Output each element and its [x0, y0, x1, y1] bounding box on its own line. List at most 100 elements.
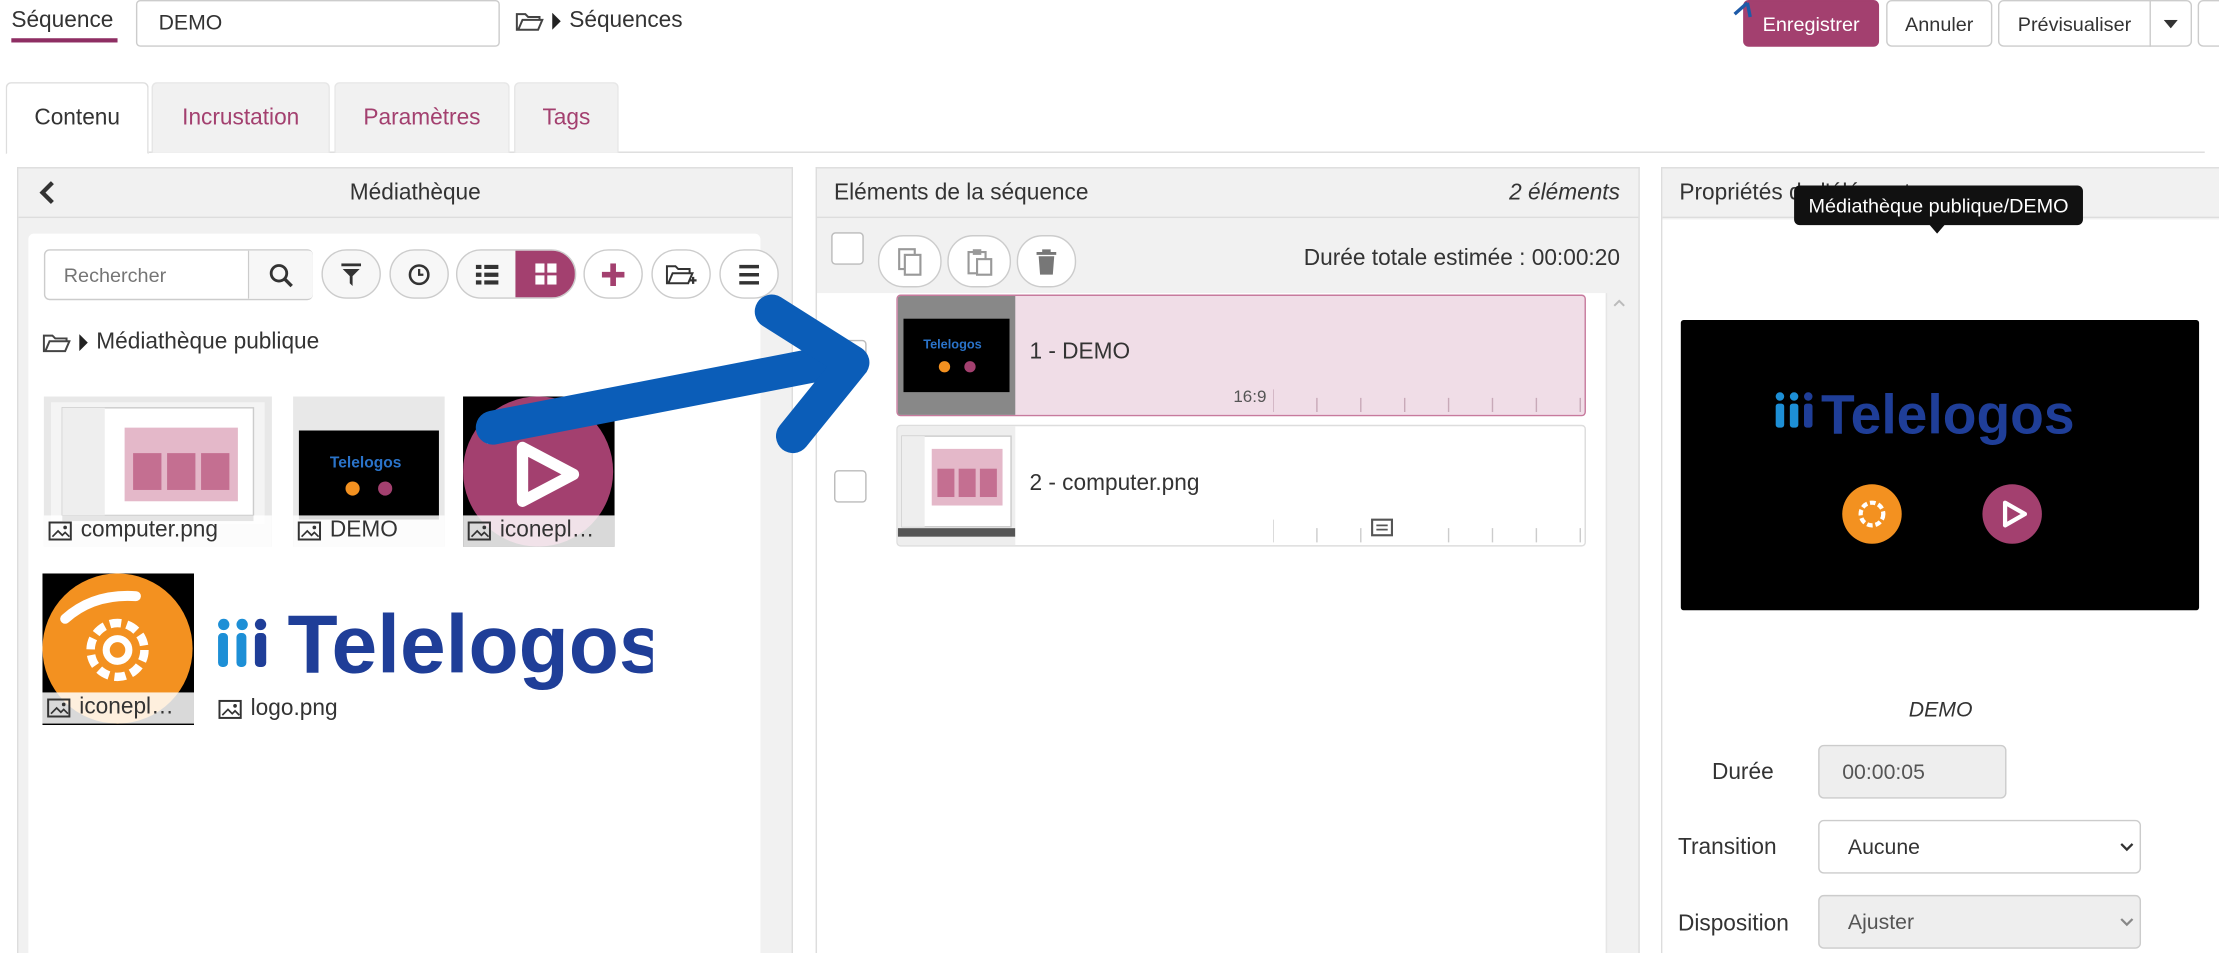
path-tooltip: Médiathèque publique/DEMO	[1794, 185, 2083, 226]
filter-button[interactable]	[321, 249, 381, 299]
chevron-down-icon	[2120, 918, 2134, 927]
media-folder-path[interactable]: Médiathèque publique	[42, 330, 319, 355]
tab-contenu[interactable]: Contenu	[5, 82, 149, 155]
item-thumb: Telelogos	[897, 295, 1016, 415]
sequence-title: Eléments de la séquence	[834, 181, 1089, 206]
slide-icon	[1371, 518, 1394, 537]
filter-icon	[341, 262, 362, 286]
sequence-count: 2 éléments	[1509, 181, 1620, 206]
logo-wordmark: Telelogos	[287, 602, 652, 691]
sequence-scrollbar[interactable]	[1605, 293, 1632, 953]
transition-label: Transition	[1677, 835, 1777, 860]
breadcrumb[interactable]: Séquences	[515, 8, 683, 33]
computer-screenshot-thumb	[50, 402, 265, 524]
layout-select[interactable]: Ajuster	[1818, 894, 2142, 949]
item-label: 1 - DEMO	[1029, 339, 1131, 364]
preview-dropdown-button[interactable]	[2149, 0, 2192, 47]
transition-value: Aucune	[1847, 835, 1920, 860]
sequence-panel: Eléments de la séquence 2 éléments Durée…	[815, 167, 1640, 953]
search-box	[43, 249, 313, 301]
trash-icon	[1036, 248, 1057, 274]
image-icon	[297, 521, 322, 541]
timeline-ticks	[1273, 389, 1581, 413]
paste-button[interactable]	[947, 235, 1012, 288]
caret-right-icon	[552, 12, 561, 30]
breadcrumb-sequences[interactable]: Séquences	[569, 8, 682, 33]
media-caption: iconepl…	[42, 692, 194, 724]
media-item-demo[interactable]: Telelogos DEMO	[293, 396, 445, 547]
media-label: iconepl…	[499, 518, 595, 543]
item-ratio: 16:9	[1233, 386, 1267, 407]
cancel-button[interactable]: Annuler	[1886, 0, 1993, 47]
hamburger-icon	[739, 264, 759, 284]
image-icon	[48, 521, 72, 541]
duration-label: Durée	[1711, 760, 1774, 785]
media-label: logo.png	[250, 696, 338, 721]
image-icon	[218, 699, 242, 719]
preview-button[interactable]: Prévisualiser	[1998, 0, 2151, 47]
element-name: DEMO	[1908, 698, 1973, 723]
clock-icon	[408, 263, 430, 285]
media-label: DEMO	[329, 518, 398, 543]
media-caption: logo.png	[214, 694, 338, 725]
item-thumb	[897, 426, 1016, 546]
more-button[interactable]	[2197, 0, 2219, 47]
copy-button[interactable]	[877, 235, 942, 288]
media-library-title: Médiathèque	[349, 181, 481, 206]
preview-logo-text: Telelogos	[1821, 383, 2075, 445]
media-caption: DEMO	[293, 515, 445, 547]
folder-open-icon	[42, 334, 71, 353]
computer-screenshot-thumb	[897, 435, 1016, 537]
media-library-header: Médiathèque	[18, 168, 792, 219]
telelogos-logo: Telelogos	[218, 602, 653, 691]
search-input[interactable]	[45, 250, 248, 299]
image-icon	[47, 698, 71, 718]
media-label: iconepl…	[79, 695, 174, 720]
plus-icon	[601, 262, 625, 286]
media-item-logo[interactable]: Telelogos logo.png	[214, 573, 653, 725]
image-icon	[467, 521, 491, 541]
chevron-up-icon	[1613, 299, 1625, 307]
select-all-checkbox[interactable]	[831, 232, 864, 265]
sequence-label: Séquence	[11, 8, 114, 33]
sequence-underline	[11, 38, 118, 43]
tab-parametres[interactable]: Paramètres	[334, 82, 510, 153]
tab-incrustation[interactable]: Incrustation	[151, 82, 330, 153]
transition-select[interactable]: Aucune	[1818, 819, 2142, 874]
grid-icon	[534, 263, 556, 285]
caret-down-icon	[2163, 19, 2178, 28]
delete-button[interactable]	[1016, 235, 1077, 288]
item-checkbox[interactable]	[834, 470, 867, 503]
media-item-settings-icon[interactable]: iconepl…	[42, 573, 194, 726]
demo-logo-text: Telelogos	[330, 454, 402, 471]
list-icon	[475, 264, 498, 284]
media-item-computer[interactable]: computer.png	[43, 396, 272, 547]
search-button[interactable]	[247, 250, 313, 299]
media-folder-label: Médiathèque publique	[96, 329, 320, 355]
chevron-down-icon	[2120, 843, 2134, 852]
sequence-item[interactable]: 2 - computer.png	[896, 424, 1586, 547]
copy-icon	[897, 247, 921, 276]
search-icon	[269, 263, 293, 287]
media-caption: computer.png	[43, 515, 272, 547]
drag-arrow	[475, 294, 870, 454]
sequence-name-input[interactable]	[135, 0, 500, 47]
paste-icon	[966, 248, 992, 276]
layout-label: Disposition	[1677, 911, 1789, 936]
demo-thumb: Telelogos	[298, 430, 439, 520]
media-label: computer.png	[80, 518, 219, 543]
tab-tags[interactable]: Tags	[514, 82, 619, 153]
sequence-item[interactable]: Telelogos 1 - DEMO 16:9	[896, 294, 1586, 417]
recent-button[interactable]	[389, 249, 449, 299]
total-duration: Durée totale estimée : 00:00:20	[1303, 246, 1620, 271]
duration-input[interactable]	[1818, 744, 2007, 799]
tooltip-arrow	[1928, 223, 1946, 234]
sequence-header: Eléments de la séquence 2 éléments	[817, 168, 1639, 219]
demo-thumb: Telelogos	[903, 318, 1010, 393]
properties-panel: Propriétés de l'élément Telelogos DEMO D…	[1660, 167, 2219, 953]
media-caption: iconepl…	[463, 515, 615, 547]
preview-image: Telelogos	[1680, 320, 2200, 611]
chevron-left-icon[interactable]	[38, 181, 55, 204]
item-label: 2 - computer.png	[1029, 471, 1200, 496]
layout-value: Ajuster	[1847, 910, 1915, 935]
